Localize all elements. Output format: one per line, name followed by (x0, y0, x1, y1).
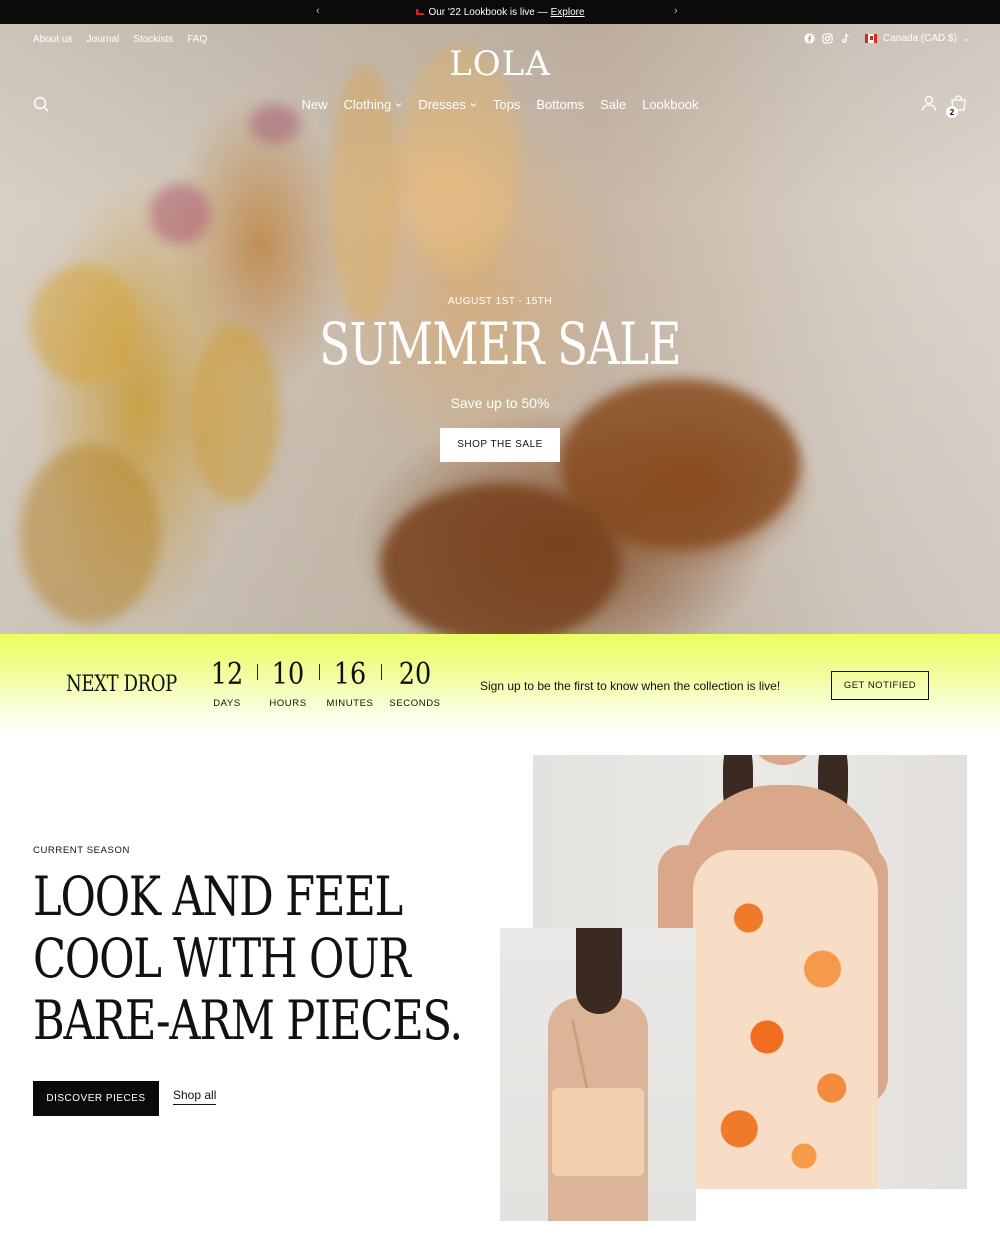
nav-label: Sale (600, 97, 627, 112)
countdown-label: DAYS (213, 698, 241, 709)
chevron-down-icon (470, 101, 477, 108)
announcement-bar: ‹ Our '22 Lookbook is live — Explore › (0, 0, 1000, 24)
nav-label: Lookbook (642, 97, 699, 112)
section-headline: LOOK AND FEEL COOL WITH OUR BARE-ARM PIE… (33, 865, 463, 1052)
section-eyebrow: CURRENT SEASON (33, 845, 130, 856)
countdown-value: 12 (210, 657, 244, 692)
countdown-value: 16 (333, 657, 367, 692)
nav-label: Clothing (343, 97, 392, 112)
announcement-message: Our '22 Lookbook is live — Explore (415, 6, 585, 18)
nav-item-dresses[interactable]: Dresses (410, 97, 485, 112)
shop-all-link[interactable]: Shop all (173, 1088, 217, 1105)
countdown-label: HOURS (269, 698, 307, 709)
chevron-right-icon[interactable]: › (674, 5, 678, 17)
nav-item-new[interactable]: New (294, 97, 336, 112)
nav-label: Bottoms (536, 97, 585, 112)
product-image-bodysuit[interactable] (500, 928, 696, 1221)
next-drop-text: Sign up to be the first to know when the… (480, 679, 781, 693)
countdown-value: 20 (398, 657, 432, 692)
nav-item-tops[interactable]: Tops (485, 97, 528, 112)
chevron-down-icon (395, 101, 402, 108)
headline-line: COOL WITH OUR (33, 927, 411, 990)
instagram-icon[interactable] (821, 32, 833, 44)
nav-label: Tops (492, 97, 521, 112)
headline-line: BARE-ARM PIECES. (33, 989, 463, 1052)
hero-copy: AUGUST 1ST - 15TH SUMMER SALE Save up to… (0, 296, 1000, 462)
account-icon[interactable] (921, 95, 937, 111)
announcement-text: Our '22 Lookbook is live — (428, 6, 548, 18)
countdown-seconds: 20 SECONDS (385, 657, 445, 710)
hero-date: AUGUST 1ST - 15TH (447, 296, 553, 307)
countdown-minutes: 16 MINUTES (320, 657, 380, 710)
countdown-hours: 10 HOURS (258, 657, 318, 710)
hero-subtitle: Save up to 50% (450, 395, 550, 411)
header-utilities: Canada (CAD $) ⌄ (803, 32, 970, 44)
cart-count-badge: 2 (946, 106, 958, 118)
countdown-days: 12 DAYS (197, 657, 257, 710)
shoe-icon (415, 7, 425, 17)
main-nav: New Clothing Dresses Tops Bottoms Sale L… (0, 97, 1000, 112)
countdown-label: SECONDS (389, 698, 441, 709)
chevron-left-icon[interactable]: ‹ (316, 5, 320, 17)
next-drop-title: NEXT DROP (66, 672, 177, 697)
nav-item-bottoms[interactable]: Bottoms (528, 97, 592, 112)
get-notified-button[interactable]: GET NOTIFIED (831, 671, 929, 700)
canada-flag-icon (865, 33, 877, 43)
next-drop-banner: NEXT DROP 12 DAYS 10 HOURS 16 MINUTES 20… (0, 634, 1000, 734)
nav-item-clothing[interactable]: Clothing (336, 97, 411, 112)
site-logo[interactable]: LOLA (0, 44, 1000, 84)
chevron-down-icon[interactable]: ⌄ (963, 34, 970, 43)
countdown-label: MINUTES (326, 698, 374, 709)
facebook-icon[interactable] (803, 32, 815, 44)
hero-title: SUMMER SALE (319, 310, 681, 378)
tiktok-icon[interactable] (839, 32, 851, 44)
shop-sale-button[interactable]: SHOP THE SALE (440, 428, 560, 462)
countdown-value: 10 (271, 657, 305, 692)
nav-item-lookbook[interactable]: Lookbook (634, 97, 706, 112)
nav-label: Dresses (418, 97, 466, 112)
discover-pieces-button[interactable]: DISCOVER PIECES (33, 1081, 159, 1116)
locale-selector[interactable]: Canada (CAD $) (883, 33, 957, 44)
nav-label: New (301, 97, 328, 112)
announcement-link[interactable]: Explore (551, 7, 585, 18)
countdown-divider (381, 664, 382, 680)
headline-line: LOOK AND FEEL (33, 865, 403, 928)
nav-item-sale[interactable]: Sale (592, 97, 634, 112)
